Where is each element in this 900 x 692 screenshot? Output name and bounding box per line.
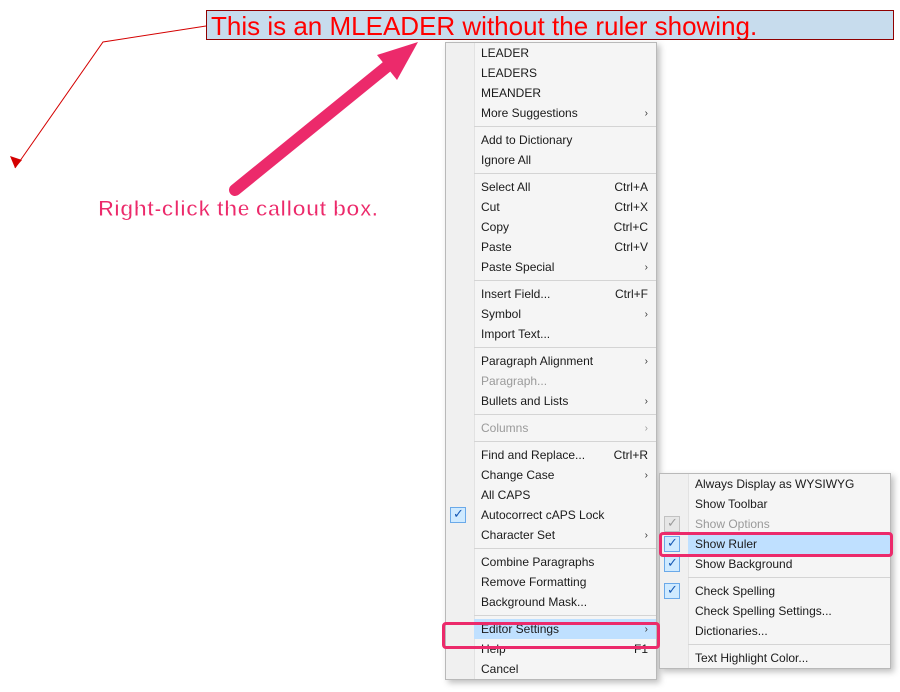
menu-item-ignore-all[interactable]: Ignore All [474,150,656,170]
menu-item-select-all[interactable]: Select AllCtrl+A [474,177,656,197]
menu-item-find-replace[interactable]: Find and Replace...Ctrl+R [474,445,656,465]
menu-separator [688,644,890,645]
chevron-right-icon: › [645,309,648,320]
chevron-right-icon: › [645,470,648,481]
menu-item-character-set[interactable]: Character Set› [474,525,656,545]
menu-item-show-ruler[interactable]: Show Ruler [688,534,890,554]
check-icon [664,516,680,532]
menu-item-copy[interactable]: CopyCtrl+C [474,217,656,237]
menu-item-bullets-lists[interactable]: Bullets and Lists› [474,391,656,411]
menu-item-help[interactable]: HelpF1 [474,639,656,659]
menu-item-background-mask[interactable]: Background Mask... [474,592,656,612]
menu-item-insert-field[interactable]: Insert Field...Ctrl+F [474,284,656,304]
menu-item-add-dictionary[interactable]: Add to Dictionary [474,130,656,150]
menu-item-check-spelling-settings[interactable]: Check Spelling Settings... [688,601,890,621]
menu-item-paste-special[interactable]: Paste Special› [474,257,656,277]
chevron-right-icon: › [645,530,648,541]
chevron-right-icon: › [645,262,648,273]
menu-item-dictionaries[interactable]: Dictionaries... [688,621,890,641]
menu-item-cancel[interactable]: Cancel [474,659,656,679]
menu-item-show-toolbar[interactable]: Show Toolbar [688,494,890,514]
menu-item-sug-leaders[interactable]: LEADERS [474,63,656,83]
menu-item-editor-settings[interactable]: Editor Settings› [474,619,656,639]
check-icon [664,536,680,552]
menu-item-check-spelling[interactable]: Check Spelling [688,581,890,601]
menu-separator [474,441,656,442]
menu-item-import-text[interactable]: Import Text... [474,324,656,344]
chevron-right-icon: › [645,396,648,407]
check-icon [450,507,466,523]
menu-separator [688,577,890,578]
check-icon [664,583,680,599]
chevron-right-icon: › [645,108,648,119]
menu-item-sug-leader[interactable]: LEADER [474,43,656,63]
instruction-text: Right-click the callout box. [98,196,378,222]
menu-separator [474,615,656,616]
menu-item-sug-meander[interactable]: MEANDER [474,83,656,103]
menu-item-paragraph-alignment[interactable]: Paragraph Alignment› [474,351,656,371]
menu-separator [474,173,656,174]
chevron-right-icon: › [645,624,648,635]
menu-item-change-case[interactable]: Change Case› [474,465,656,485]
menu-item-show-background[interactable]: Show Background [688,554,890,574]
menu-separator [474,414,656,415]
check-icon [664,556,680,572]
menu-item-show-options: Show Options [688,514,890,534]
menu-item-cut[interactable]: CutCtrl+X [474,197,656,217]
menu-item-paste[interactable]: PasteCtrl+V [474,237,656,257]
menu-item-more-suggestions[interactable]: More Suggestions› [474,103,656,123]
menu-item-wysiwyg[interactable]: Always Display as WYSIWYG [688,474,890,494]
menu-item-columns: Columns› [474,418,656,438]
chevron-right-icon: › [645,356,648,367]
menu-item-autocorrect-caps[interactable]: Autocorrect cAPS Lock [474,505,656,525]
menu-item-text-highlight-color[interactable]: Text Highlight Color... [688,648,890,668]
context-menu-main: LEADER LEADERS MEANDER More Suggestions›… [445,42,657,680]
chevron-right-icon: › [645,423,648,434]
menu-separator [474,347,656,348]
menu-item-paragraph: Paragraph... [474,371,656,391]
menu-separator [474,126,656,127]
context-menu-editor-settings: Always Display as WYSIWYG Show Toolbar S… [659,473,891,669]
menu-item-combine-paragraphs[interactable]: Combine Paragraphs [474,552,656,572]
menu-separator [474,280,656,281]
menu-item-remove-formatting[interactable]: Remove Formatting [474,572,656,592]
menu-separator [474,548,656,549]
menu-item-symbol[interactable]: Symbol› [474,304,656,324]
menu-item-all-caps[interactable]: All CAPS [474,485,656,505]
